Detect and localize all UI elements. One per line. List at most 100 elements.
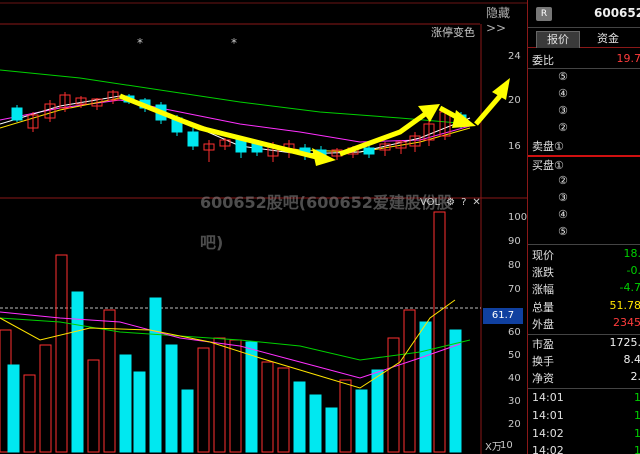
- volume-axis-label: 40: [508, 373, 521, 384]
- volume-bar: [419, 321, 432, 453]
- volume-bar: [87, 359, 100, 453]
- tab-funds[interactable]: 资金: [586, 31, 630, 48]
- volume-axis-label: 10: [500, 440, 513, 451]
- price-axis-label: 24: [508, 51, 521, 62]
- volume-axis-label: 100: [508, 212, 528, 223]
- volume-bar: [339, 379, 352, 453]
- close-icon[interactable]: ✕: [472, 197, 480, 208]
- divider: [528, 244, 640, 245]
- volume-bar: [449, 329, 462, 453]
- tick-time: 14:01: [532, 391, 564, 404]
- quote-value: 18.: [623, 247, 640, 260]
- volume-axis-label: 50: [508, 350, 521, 361]
- volume-bar: [165, 344, 178, 453]
- quote-label: 涨跌: [532, 266, 554, 279]
- quote-label: 涨幅: [532, 283, 554, 296]
- tick-value: 1: [634, 391, 640, 404]
- buy-level-2: ②: [558, 174, 568, 187]
- kline-chart-area[interactable]: * * 隐藏>> 涨停变色 600652股吧(600652爱建股份股吧) VOL…: [0, 0, 527, 454]
- help-icon[interactable]: ?: [461, 197, 466, 208]
- quote-panel: R 600652 报价 资金 委比 19.7 ⑤ ④ ③ ② 卖盘① 买盘① ②…: [527, 0, 640, 454]
- volume-axis-label: 80: [508, 260, 521, 271]
- watermark-text: 600652股吧(600652爱建股份股吧): [200, 193, 453, 252]
- volume-bar: [261, 361, 274, 453]
- quote-row: 涨跌 -0.: [528, 264, 640, 281]
- stock-code: 600652: [594, 6, 640, 20]
- volume-bar: [197, 347, 210, 453]
- stat-row: 换手 8.4: [528, 353, 640, 370]
- volume-axis-label: 70: [508, 284, 521, 295]
- quote-value: -4.7: [619, 281, 640, 294]
- volume-bar: [229, 339, 242, 453]
- tick-time: 14:01: [532, 409, 564, 422]
- buy-level-4: ④: [558, 208, 568, 221]
- quote-label: 外盘: [532, 318, 554, 331]
- trend-arrow-line: [474, 94, 502, 126]
- stat-value: 2.: [630, 370, 640, 383]
- volume-bar: [293, 381, 306, 453]
- volume-bar: [371, 369, 384, 453]
- volume-toolbar: VOL ⚙? ✕: [420, 197, 487, 208]
- buy-level-3: ③: [558, 191, 568, 204]
- hide-panel-button[interactable]: 隐藏>>: [486, 4, 527, 35]
- stat-row: 净资 2.: [528, 370, 640, 387]
- volume-bar: [133, 371, 146, 453]
- divider: [528, 68, 640, 69]
- sell-level-2: ②: [558, 121, 568, 134]
- quote-row: 涨幅 -4.7: [528, 281, 640, 298]
- sell-level-3: ③: [558, 104, 568, 117]
- volume-bar: [245, 341, 258, 453]
- quote-value: 51.78: [609, 299, 640, 312]
- tab-quote[interactable]: 报价: [536, 31, 580, 48]
- weibi-row: 委比 19.7: [528, 52, 640, 69]
- crosshair-value-tag: 61.7: [483, 308, 523, 324]
- volume-bar: [71, 291, 84, 453]
- tick-value: 1: [634, 444, 640, 454]
- stat-label: 净资: [532, 372, 554, 385]
- vol-indicator-label[interactable]: VOL: [420, 197, 440, 208]
- tick-row: 14:01 1: [528, 391, 640, 408]
- volume-axis-label: 60: [508, 327, 521, 338]
- sell-level-4: ④: [558, 87, 568, 100]
- quote-row: 外盘 2345: [528, 316, 640, 333]
- tick-value: 1: [634, 427, 640, 440]
- volume-bar: [355, 389, 368, 453]
- volume-bar: [213, 337, 226, 453]
- divider: [528, 334, 640, 335]
- volume-axis-label: 90: [508, 236, 521, 247]
- volume-bar: [39, 344, 52, 453]
- volume-bar: [7, 364, 20, 453]
- quote-value: -0.: [626, 264, 640, 277]
- tick-value: 1: [634, 409, 640, 422]
- stat-value: 8.4: [623, 353, 640, 366]
- event-star-mark: *: [231, 36, 237, 50]
- quote-row: 现价 18.: [528, 247, 640, 264]
- sell-label: 卖盘①: [532, 140, 564, 153]
- candle-body: [363, 147, 375, 155]
- panel-tabs: 报价 资金: [528, 28, 640, 48]
- volume-bar: [149, 297, 162, 453]
- quote-label: 现价: [532, 249, 554, 262]
- gear-icon[interactable]: ⚙: [446, 197, 455, 208]
- volume-bar: [119, 354, 132, 453]
- stat-label: 市盈: [532, 338, 554, 351]
- volume-bar: [277, 367, 290, 453]
- stat-value: 1725.: [609, 336, 640, 349]
- quote-row: 总量 51.78: [528, 299, 640, 316]
- divider: [528, 388, 640, 389]
- weibi-label: 委比: [532, 54, 554, 67]
- margin-badge: R: [536, 7, 552, 21]
- stat-label: 换手: [532, 355, 554, 368]
- tick-time: 14:02: [532, 427, 564, 440]
- price-axis-label: 16: [508, 141, 521, 152]
- volume-axis-label: 30: [508, 396, 521, 407]
- event-star-mark: *: [137, 36, 143, 50]
- volume-bar: [309, 394, 322, 453]
- quote-label: 总量: [532, 301, 554, 314]
- volume-bar: [23, 374, 36, 453]
- tick-time: 14:02: [532, 444, 564, 454]
- candle-body: [235, 139, 247, 153]
- candle-body: [187, 131, 199, 147]
- trend-arrow-head: [452, 110, 476, 128]
- tick-row: 14:01 1: [528, 409, 640, 426]
